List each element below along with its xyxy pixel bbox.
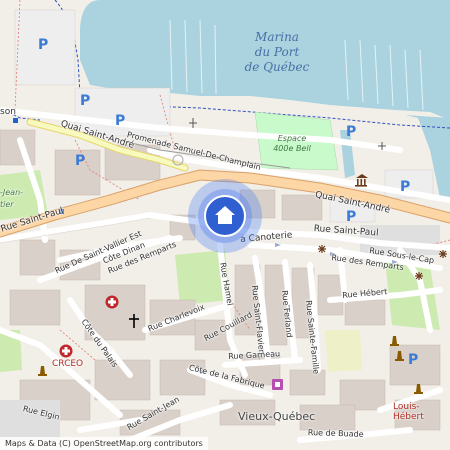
parking-icon[interactable]: P xyxy=(408,353,418,367)
parking-icon[interactable]: P xyxy=(80,94,90,108)
map-canvas[interactable]: Marina du Port de Québec Espace 400e Bel… xyxy=(0,0,450,450)
green-area xyxy=(325,330,362,372)
place-label-crceo: CRCEO xyxy=(52,359,84,369)
shop-icon xyxy=(272,379,283,390)
marina-label-line: de Québec xyxy=(244,60,310,74)
park-label-line: 400e Bell xyxy=(273,144,311,153)
home-location-marker[interactable] xyxy=(187,178,263,254)
hospital-icon xyxy=(105,295,119,309)
place-label-louis-hebert: Louis-Hébert xyxy=(393,402,424,422)
parking-icon[interactable]: P xyxy=(38,38,48,52)
parking-icon[interactable]: P xyxy=(75,154,85,168)
map-attribution: Maps & Data (C) OpenStreetMap.org contri… xyxy=(0,437,208,450)
marina-label: Marina du Port de Québec xyxy=(232,30,322,75)
parking-icon[interactable]: P xyxy=(115,114,125,128)
street-label: tier xyxy=(0,200,14,209)
park-label-line: Espace xyxy=(277,134,307,143)
parking-icon[interactable]: P xyxy=(346,210,356,224)
marina-label-line: Marina xyxy=(255,30,299,44)
marina-label-line: du Port xyxy=(254,45,300,59)
parking-icon[interactable]: P xyxy=(400,180,410,194)
street-label: son xyxy=(0,107,16,117)
park-label: Espace 400e Bell xyxy=(264,134,320,154)
place-label-vieux-quebec: Vieux-Québec xyxy=(238,410,316,423)
home-pin-icon xyxy=(188,179,262,253)
bus-stop-marker xyxy=(13,118,18,123)
parking-icon[interactable]: P xyxy=(346,125,356,139)
hospital-icon xyxy=(59,344,73,358)
street-label: -Jean- xyxy=(0,188,24,197)
